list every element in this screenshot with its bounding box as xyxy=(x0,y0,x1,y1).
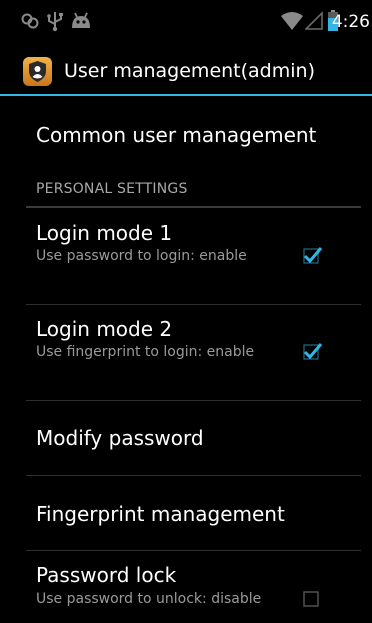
item-title: Login mode 1 xyxy=(36,221,173,245)
login-mode-1-item[interactable]: Login mode 1 Use password to login: enab… xyxy=(26,208,361,304)
login-mode-2-item[interactable]: Login mode 2 Use fingerprint to login: e… xyxy=(26,305,361,400)
shield-icon[interactable] xyxy=(22,56,53,87)
no-signal-icon xyxy=(305,10,323,32)
password-lock-item[interactable]: Password lock Use password to unlock: di… xyxy=(26,551,361,623)
modify-password-item[interactable]: Modify password xyxy=(26,401,361,475)
item-summary: Use password to unlock: disable xyxy=(36,591,262,607)
common-user-management-item[interactable]: Common user management xyxy=(26,96,361,180)
item-summary: Use fingerprint to login: enable xyxy=(36,344,255,360)
login-mode-2-checkbox[interactable] xyxy=(301,340,323,362)
password-lock-checkbox[interactable] xyxy=(301,587,323,609)
item-title: Login mode 2 xyxy=(36,317,173,341)
item-title: Fingerprint management xyxy=(36,502,285,526)
action-bar: User management(admin) xyxy=(0,50,372,96)
item-title: Modify password xyxy=(36,426,204,450)
settings-list: Common user management PERSONAL SETTINGS… xyxy=(0,96,372,623)
usb-icon xyxy=(46,10,64,32)
item-summary: Use password to login: enable xyxy=(36,248,247,264)
item-title: Password lock xyxy=(36,563,177,587)
wifi-icon xyxy=(280,10,304,32)
android-debug-icon xyxy=(70,10,92,32)
item-title: Common user management xyxy=(36,123,317,147)
status-bar: 4:26 xyxy=(0,0,372,50)
status-time: 4:26 xyxy=(331,12,370,32)
page-title: User management(admin) xyxy=(64,60,315,82)
fingerprint-management-item[interactable]: Fingerprint management xyxy=(26,476,361,550)
link-icon xyxy=(20,10,40,32)
section-header-personal-settings: PERSONAL SETTINGS xyxy=(36,181,188,197)
login-mode-1-checkbox[interactable] xyxy=(301,244,323,266)
